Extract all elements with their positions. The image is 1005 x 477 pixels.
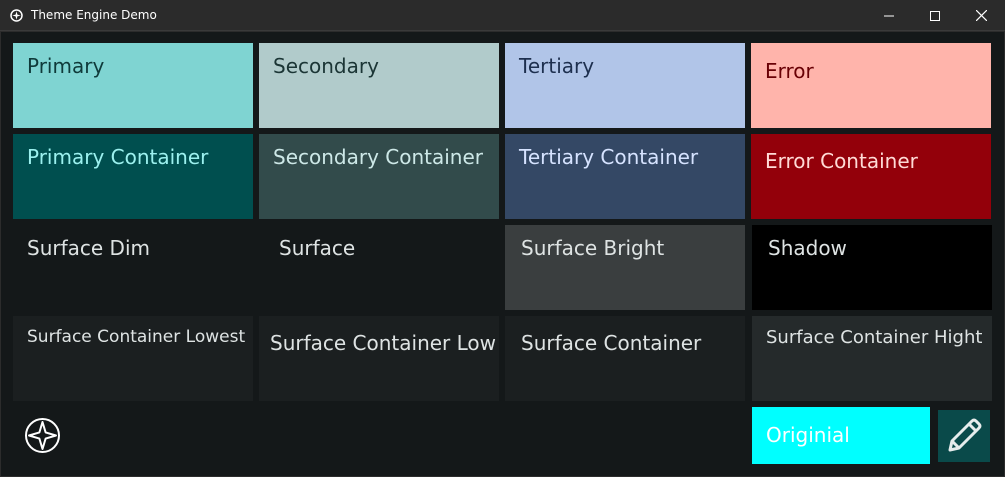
pencil-icon xyxy=(948,418,982,452)
title-bar: Theme Engine Demo xyxy=(0,0,1005,31)
tile-label: Secondary Container xyxy=(273,145,484,169)
tile-secondary: Secondary xyxy=(259,43,499,128)
tile-label: Secondary xyxy=(273,54,379,78)
maximize-icon xyxy=(930,10,940,21)
minimize-icon xyxy=(884,15,894,16)
tile-tertiary-container: Tertiary Container xyxy=(505,134,745,219)
app-compass-icon xyxy=(10,9,23,22)
tile-label: Shadow xyxy=(768,236,847,260)
window-title: Theme Engine Demo xyxy=(31,8,157,22)
tile-label: Surface Container Hight xyxy=(766,327,983,348)
tile-shadow: Shadow xyxy=(752,225,992,310)
tile-label: Surface Container Low xyxy=(270,331,497,355)
tile-label: Tertiary Container xyxy=(519,145,699,169)
tile-label: Error Container xyxy=(765,149,918,173)
original-button-label: Originial xyxy=(766,423,850,447)
edit-theme-button[interactable] xyxy=(938,410,990,462)
tile-label: Primary xyxy=(27,54,105,78)
tile-error-container: Error Container xyxy=(751,134,991,219)
tile-surface: Surface xyxy=(259,225,499,310)
compass-star-icon[interactable] xyxy=(24,417,61,454)
tile-label: Error xyxy=(765,59,814,83)
tile-label: Surface Bright xyxy=(521,236,665,260)
tile-label: Surface Container Lowest xyxy=(27,327,246,347)
tile-surface-container-hight: Surface Container Hight xyxy=(752,316,992,401)
tile-surface-container-lowest: Surface Container Lowest xyxy=(13,316,253,401)
tile-label: Surface xyxy=(279,236,356,260)
tile-primary: Primary xyxy=(13,43,253,128)
tile-surface-bright: Surface Bright xyxy=(505,225,745,310)
tile-secondary-container: Secondary Container xyxy=(259,134,499,219)
tile-primary-container: Primary Container xyxy=(13,134,253,219)
tile-surface-dim: Surface Dim xyxy=(13,225,253,310)
tile-label: Surface Dim xyxy=(27,236,150,260)
close-icon xyxy=(975,10,987,21)
tile-surface-container-low: Surface Container Low xyxy=(259,316,499,401)
tile-label: Tertiary xyxy=(519,54,595,78)
minimize-button[interactable] xyxy=(866,0,912,31)
maximize-button[interactable] xyxy=(912,0,958,31)
tile-label: Primary Container xyxy=(27,145,209,169)
tile-label: Surface Container xyxy=(521,331,702,355)
close-button[interactable] xyxy=(958,0,1004,31)
original-theme-button[interactable]: Originial xyxy=(752,407,930,464)
tile-surface-container: Surface Container xyxy=(505,316,745,401)
tile-tertiary: Tertiary xyxy=(505,43,745,128)
tile-error: Error xyxy=(751,43,991,128)
